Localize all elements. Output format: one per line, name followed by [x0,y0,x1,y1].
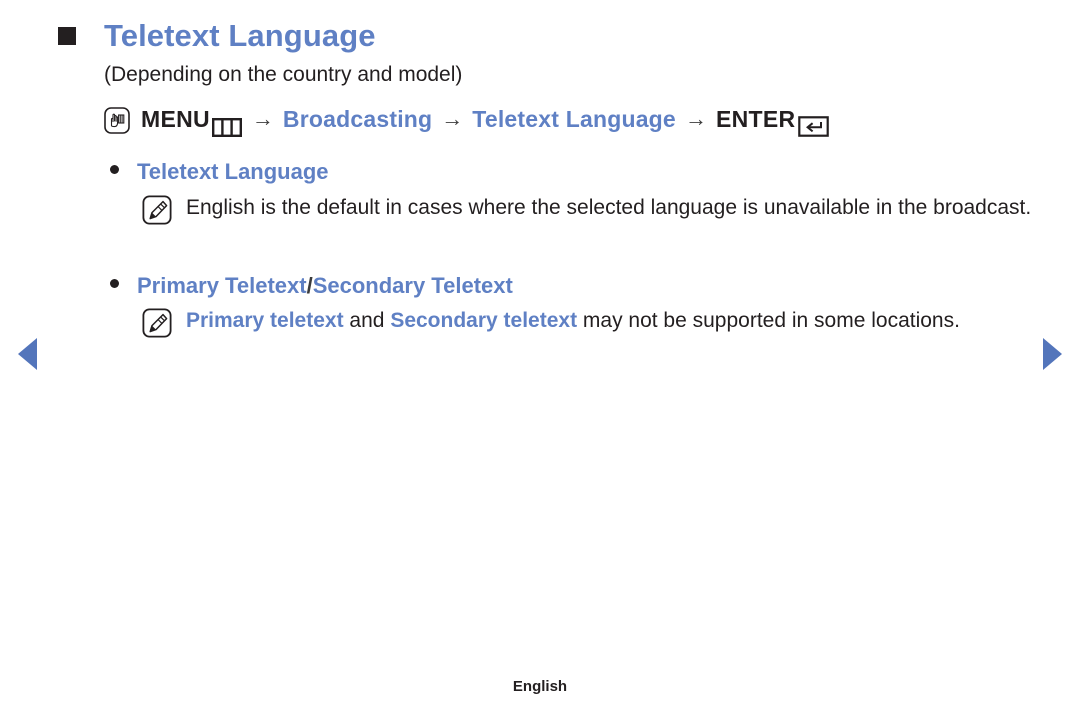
menu-path-breadcrumb: MENU → Broadcasting → Teletext Language … [104,102,830,137]
note-conjunction: and [343,309,391,332]
note-text: English is the default in cases where th… [186,196,1032,219]
page-title-row: Teletext Language [58,16,376,56]
menu-touch-icon [104,106,130,134]
note-teletext-language: English is the default in cases where th… [142,190,1042,225]
bullet-label-secondary: Secondary Teletext [312,273,513,298]
menu-label: MENU [141,106,210,132]
note-highlight-primary: Primary teletext [186,309,344,332]
bullet-teletext-language: Teletext Language [110,156,329,188]
note-tail: may not be supported in some locations. [577,309,960,332]
path-arrow-2: → [441,106,464,131]
return-arrow-icon [798,112,830,137]
path-arrow-3: → [684,106,707,131]
path-arrow-1: → [251,106,274,131]
bullet-primary-secondary-teletext: Primary Teletext / Secondary Teletext [110,270,513,302]
bullet-dot [110,165,119,174]
page-subtitle: (Depending on the country and model) [104,63,463,86]
title-bullet-square [58,27,76,45]
manual-page: Teletext Language (Depending on the coun… [0,0,1080,705]
note-text: Primary teletext and Secondary teletext … [186,303,960,338]
path-step-teletext-language[interactable]: Teletext Language [472,102,676,136]
menu-grid-icon [211,112,242,137]
note-pencil-icon [142,308,172,338]
note-highlight-secondary: Secondary teletext [390,309,578,332]
bullet-label-primary: Primary Teletext [137,273,307,298]
note-pencil-icon [142,195,172,225]
path-step-broadcasting[interactable]: Broadcasting [283,102,432,136]
next-page-arrow[interactable] [1043,338,1062,370]
page-title: Teletext Language [104,18,376,53]
previous-page-arrow[interactable] [18,338,37,370]
note-primary-secondary-teletext: Primary teletext and Secondary teletext … [142,303,1042,338]
bullet-dot [110,279,119,288]
footer-language-label: English [512,678,568,695]
enter-label: ENTER [715,106,796,132]
bullet-label: Teletext Language [137,159,329,184]
